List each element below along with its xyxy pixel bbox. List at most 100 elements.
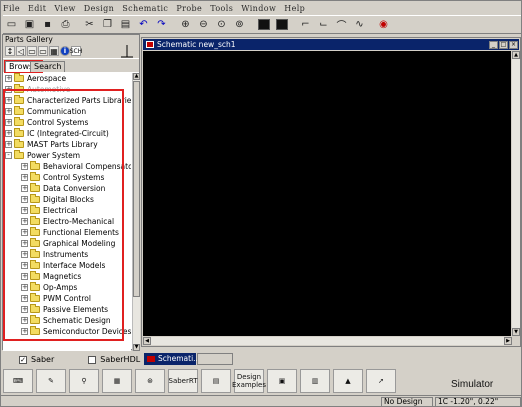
zoom-out-icon[interactable]: ⊖ <box>195 16 212 33</box>
expand-icon[interactable]: ↕ <box>5 46 15 56</box>
tree-node[interactable]: + Automotive <box>5 84 70 95</box>
expand-icon[interactable]: + <box>21 306 28 313</box>
table-icon[interactable]: ▥ <box>300 369 330 393</box>
model-icon[interactable]: ▤ <box>201 369 231 393</box>
paste-icon[interactable]: ▤ <box>117 16 134 33</box>
scroll-left-icon[interactable]: ◀ <box>143 337 151 345</box>
zoom-area-icon[interactable]: ⊚ <box>231 16 248 33</box>
tree-node[interactable]: + Aerospace <box>5 73 66 84</box>
scroll-down-icon[interactable]: ▼ <box>133 344 140 351</box>
zoom-in-icon[interactable]: ⊕ <box>177 16 194 33</box>
minimized-schematic-window[interactable]: Schemati... <box>144 353 200 365</box>
save-icon[interactable]: ▪ <box>39 16 56 33</box>
wire-icon[interactable]: ⌐ <box>297 16 314 33</box>
menu-item-view[interactable]: View <box>54 4 75 13</box>
part-icon[interactable]: ▦ <box>49 46 59 56</box>
open-icon[interactable]: ▣ <box>21 16 38 33</box>
pen-icon[interactable]: ✎ <box>36 369 66 393</box>
schematic-vscroll[interactable]: ▲ ▼ <box>512 51 520 336</box>
tree-node[interactable]: + Communication <box>5 106 86 117</box>
schematic-hscroll[interactable]: ◀ ▶ <box>143 337 512 345</box>
expand-icon[interactable]: + <box>21 251 28 258</box>
scroll-up-icon[interactable]: ▲ <box>133 73 140 80</box>
document-icon[interactable]: ▣ <box>267 369 297 393</box>
expand-icon[interactable]: + <box>21 262 28 269</box>
saber-rt-icon[interactable]: SaberRT <box>168 369 198 393</box>
menu-item-window[interactable]: Window <box>241 4 276 13</box>
tree-node[interactable]: + Semiconductor Devices <box>21 326 131 337</box>
new-icon[interactable]: ▭ <box>3 16 20 33</box>
scroll-thumb[interactable] <box>133 81 140 297</box>
copy-icon[interactable]: ❐ <box>99 16 116 33</box>
expand-icon[interactable]: + <box>21 229 28 236</box>
netlist-icon[interactable] <box>255 16 272 33</box>
waveform-icon[interactable]: ∿ <box>351 16 368 33</box>
tree-node[interactable]: + Magnetics <box>21 271 81 282</box>
saberhdl-checkbox[interactable]: SaberHDL <box>88 355 140 364</box>
tree-node[interactable]: - Power System <box>5 150 80 161</box>
checkbox-box[interactable] <box>88 355 97 364</box>
print-icon[interactable]: ⎙ <box>57 16 74 33</box>
keyboard-icon[interactable]: ⌨ <box>3 369 33 393</box>
gallery-scrollbar[interactable]: ▲ ▼ <box>132 73 140 351</box>
back-icon[interactable]: ◁ <box>16 46 26 56</box>
redo-icon[interactable]: ↷ <box>153 16 170 33</box>
maximize-icon[interactable]: □ <box>499 41 508 49</box>
tree-node[interactable]: + Behavioral Compensators <box>21 161 131 172</box>
menu-item-edit[interactable]: Edit <box>28 4 46 13</box>
close-icon[interactable]: × <box>509 41 518 49</box>
scroll-up-icon[interactable]: ▲ <box>512 51 520 59</box>
tree-node[interactable]: + Passive Elements <box>21 304 108 315</box>
tree-node[interactable]: + Digital Blocks <box>21 194 94 205</box>
expand-icon[interactable]: + <box>21 163 28 170</box>
schematic-canvas[interactable] <box>143 51 511 336</box>
tree-node[interactable]: + Op-Amps <box>21 282 77 293</box>
expand-icon[interactable]: + <box>21 240 28 247</box>
tree-node[interactable]: + PWM Control <box>21 293 91 304</box>
scroll-down-icon[interactable]: ▼ <box>512 328 520 336</box>
expand-icon[interactable]: + <box>21 295 28 302</box>
probe-icon[interactable]: ⌒ <box>333 16 350 33</box>
tree-node[interactable]: + Instruments <box>21 249 88 260</box>
info-icon[interactable]: i <box>60 46 70 56</box>
expand-icon[interactable]: + <box>21 174 28 181</box>
tree-node[interactable]: + Control Systems <box>21 172 104 183</box>
reel-icon[interactable]: ⊛ <box>135 369 165 393</box>
menu-item-help[interactable]: Help <box>284 4 305 13</box>
menu-item-probe[interactable]: Probe <box>176 4 202 13</box>
schematic-icon[interactable] <box>273 16 290 33</box>
minimize-icon[interactable]: _ <box>489 41 498 49</box>
expand-icon[interactable]: + <box>21 207 28 214</box>
tree-node[interactable]: + Graphical Modeling <box>21 238 115 249</box>
menu-item-schematic[interactable]: Schematic <box>122 4 168 13</box>
folder-icon[interactable]: ▭ <box>38 46 48 56</box>
probe-tool-icon[interactable]: ⚲ <box>69 369 99 393</box>
minimized-window-controls[interactable] <box>197 353 233 365</box>
scroll-right-icon[interactable]: ▶ <box>504 337 512 345</box>
expand-icon[interactable]: + <box>5 130 12 137</box>
cut-icon[interactable]: ✂ <box>81 16 98 33</box>
expand-icon[interactable]: + <box>21 284 28 291</box>
saber-checkbox[interactable]: ✓ Saber <box>19 355 54 364</box>
expand-icon[interactable]: + <box>5 97 12 104</box>
checkbox-box[interactable]: ✓ <box>19 355 27 364</box>
tree-node[interactable]: + Functional Elements <box>21 227 119 238</box>
expand-icon[interactable]: + <box>5 119 12 126</box>
schematic-place-icon[interactable]: SCH <box>70 46 82 56</box>
expand-icon[interactable]: + <box>5 108 12 115</box>
matlab-icon[interactable]: ▲ <box>333 369 363 393</box>
expand-icon[interactable]: + <box>21 218 28 225</box>
undo-icon[interactable]: ↶ <box>135 16 152 33</box>
tree-node[interactable]: + Interface Models <box>21 260 105 271</box>
tree-node[interactable]: + Characterized Parts Libraries <box>5 95 131 106</box>
scope-icon[interactable]: ▦ <box>102 369 132 393</box>
expand-icon[interactable]: + <box>21 317 28 324</box>
menu-item-design[interactable]: Design <box>84 4 115 13</box>
expand-icon[interactable]: + <box>5 75 12 82</box>
bus-icon[interactable]: ⌙ <box>315 16 332 33</box>
expand-icon[interactable]: + <box>21 328 28 335</box>
schematic-titlebar[interactable]: Schematic new_sch1 _ □ × <box>143 39 519 50</box>
tree-node[interactable]: + IC (Integrated-Circuit) <box>5 128 109 139</box>
expand-icon[interactable]: + <box>21 273 28 280</box>
menu-item-tools[interactable]: Tools <box>210 4 233 13</box>
